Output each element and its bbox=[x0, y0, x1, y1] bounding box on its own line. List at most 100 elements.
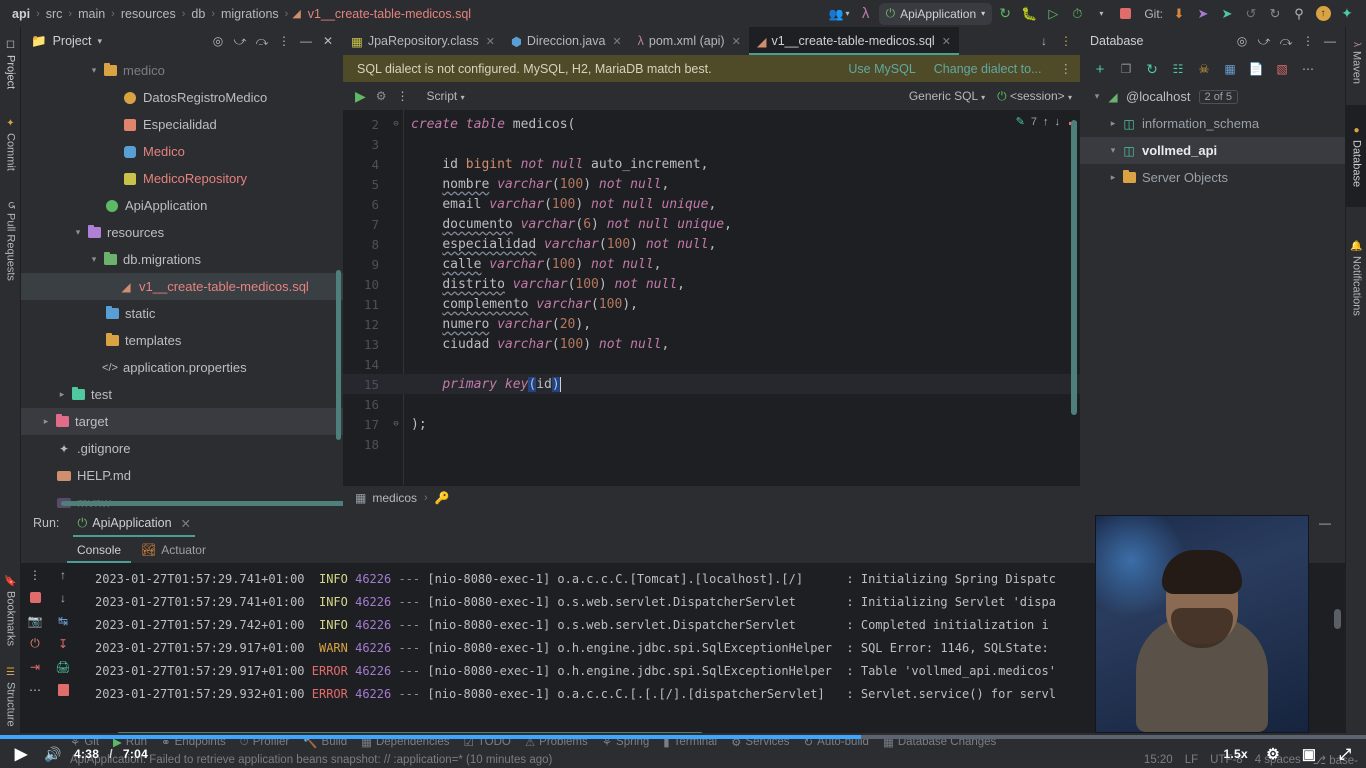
add-datasource-icon[interactable]: + bbox=[1090, 59, 1110, 79]
code-line[interactable]: 7 documento varchar(6) not null unique, bbox=[343, 214, 1080, 234]
volume-icon[interactable]: 🔊 bbox=[42, 743, 64, 765]
use-mysql-link[interactable]: Use MySQL bbox=[848, 62, 915, 76]
tab-actuator[interactable]: 🏞 Actuator bbox=[131, 537, 216, 563]
code-line[interactable]: 13 ciudad varchar(100) not null, bbox=[343, 334, 1080, 354]
script-selector[interactable]: Script ▾ bbox=[427, 89, 465, 103]
git-rollback-icon[interactable]: ↻ bbox=[1264, 3, 1286, 25]
tab-jpa-repository[interactable]: ▦ JpaRepository.class ✕ bbox=[343, 27, 503, 55]
db-node-vollmed-api[interactable]: ▾ ◫ vollmed_api bbox=[1080, 137, 1345, 164]
sidebar-item-commit[interactable]: ✦ Commit bbox=[0, 107, 21, 181]
dialect-selector[interactable]: Generic SQL ▾ bbox=[909, 89, 985, 103]
chevron-down-icon[interactable]: ▾ bbox=[87, 65, 101, 76]
project-tree[interactable]: ▾ medico DatosRegistroMedico Especialida… bbox=[21, 55, 343, 509]
chevron-right-icon[interactable]: ▸ bbox=[1106, 172, 1120, 183]
close-icon[interactable]: ✕ bbox=[181, 516, 191, 531]
tree-node-mvnw[interactable]: mvnw bbox=[21, 489, 343, 509]
breadcrumb-table-label[interactable]: medicos bbox=[372, 491, 417, 505]
play-icon[interactable]: ▶ bbox=[10, 743, 32, 765]
chevron-right-icon[interactable]: ▸ bbox=[39, 416, 53, 427]
tree-node-especialidad[interactable]: Especialidad bbox=[21, 111, 343, 138]
tree-node-db-migrations[interactable]: ▾ db.migrations bbox=[21, 246, 343, 273]
sidebar-item-pull-requests[interactable]: ↺ Pull Requests bbox=[0, 187, 21, 295]
run-configuration-selector[interactable]: ⏻ ApiApplication ▾ bbox=[878, 2, 993, 25]
code-line[interactable]: 14 bbox=[343, 354, 1080, 374]
change-dialect-link[interactable]: Change dialect to... bbox=[934, 62, 1042, 76]
video-progress-bar[interactable] bbox=[0, 735, 1366, 739]
git-history-icon[interactable]: ↺ bbox=[1240, 3, 1262, 25]
db-node-localhost[interactable]: ▾ ◢ @localhost 2 of 5 bbox=[1080, 83, 1345, 110]
sidebar-item-project[interactable]: ☐ Project bbox=[0, 29, 21, 101]
tree-node-medico-repository[interactable]: MedicoRepository bbox=[21, 165, 343, 192]
code-line[interactable]: 4 id bigint not null auto_increment, bbox=[343, 154, 1080, 174]
git-push-icon[interactable]: ➤ bbox=[1216, 3, 1238, 25]
code-line[interactable]: 16 bbox=[343, 394, 1080, 414]
tree-node-target[interactable]: ▸ target bbox=[21, 408, 343, 435]
code-line[interactable]: 3 bbox=[343, 134, 1080, 154]
code-line[interactable]: 11 complemento varchar(100), bbox=[343, 294, 1080, 314]
code-editor[interactable]: ✎ 7 ↑ ↓ 2 ⊖ create table medicos(3 4 id big… bbox=[343, 110, 1080, 485]
chevron-down-icon[interactable]: ▾ bbox=[87, 254, 101, 265]
code-with-me-icon[interactable]: 👥 ▾ bbox=[826, 3, 853, 25]
collapse-all-icon[interactable]: ⤼ bbox=[252, 31, 272, 51]
fold-marker-icon[interactable]: ⊖ bbox=[389, 419, 403, 429]
breadcrumb-item-resources[interactable]: resources bbox=[119, 7, 178, 21]
more-options-icon[interactable]: ⋯ bbox=[1298, 59, 1318, 79]
tree-node-gitignore[interactable]: ✦ .gitignore bbox=[21, 435, 343, 462]
more-options-icon[interactable]: ⋮ bbox=[1056, 31, 1076, 51]
git-update-icon[interactable]: ⬇ bbox=[1168, 3, 1190, 25]
db-node-server-objects[interactable]: ▸ Server Objects bbox=[1080, 164, 1345, 191]
code-line[interactable]: 5 nombre varchar(100) not null, bbox=[343, 174, 1080, 194]
search-icon[interactable]: ⚲ bbox=[1288, 3, 1310, 25]
close-panel-icon[interactable]: ✕ bbox=[318, 31, 338, 51]
code-line[interactable]: 18 bbox=[343, 434, 1080, 454]
collapse-all-icon[interactable]: ⤼ bbox=[1276, 31, 1296, 51]
update-available-icon[interactable]: ↑ bbox=[1312, 3, 1334, 25]
code-line[interactable]: 10 distrito varchar(100) not null, bbox=[343, 274, 1080, 294]
expand-all-icon[interactable]: ⤻ bbox=[1254, 31, 1274, 51]
new-file-icon[interactable]: 📄 bbox=[1246, 59, 1266, 79]
stop-button[interactable] bbox=[1114, 3, 1136, 25]
tab-list-icon[interactable]: ↓ bbox=[1034, 31, 1054, 51]
editor-vertical-scrollbar[interactable] bbox=[1071, 120, 1077, 415]
tree-node-api-application[interactable]: ApiApplication bbox=[21, 192, 343, 219]
sidebar-item-database[interactable]: ● Database bbox=[1346, 105, 1366, 207]
ide-settings-icon[interactable]: ✦ bbox=[1336, 3, 1358, 25]
session-selector[interactable]: ⏻ <session> ▾ bbox=[997, 89, 1072, 104]
tab-create-table-medicos-sql[interactable]: ◢ v1__create-table-medicos.sql ✕ bbox=[748, 27, 960, 55]
tree-node-static[interactable]: static bbox=[21, 300, 343, 327]
more-options-icon[interactable]: ⋮ bbox=[1060, 61, 1073, 76]
tree-node-test[interactable]: ▸ test bbox=[21, 381, 343, 408]
git-commit-icon[interactable]: ➤ bbox=[1192, 3, 1214, 25]
tree-node-application-properties[interactable]: </> application.properties bbox=[21, 354, 343, 381]
code-line[interactable]: 9 calle varchar(100) not null, bbox=[343, 254, 1080, 274]
profiler-button[interactable]: ⏱ bbox=[1066, 3, 1088, 25]
run-with-coverage-button[interactable]: ▷ bbox=[1042, 3, 1064, 25]
code-line[interactable]: 6 email varchar(100) not null unique, bbox=[343, 194, 1080, 214]
hide-panel-icon[interactable]: — bbox=[296, 31, 316, 51]
close-icon[interactable]: ✕ bbox=[612, 35, 621, 48]
chevron-down-icon[interactable]: ▾ bbox=[1090, 91, 1104, 102]
tree-node-resources[interactable]: ▾ resources bbox=[21, 219, 343, 246]
tree-node-help-md[interactable]: HELP.md bbox=[21, 462, 343, 489]
close-icon[interactable]: ✕ bbox=[732, 35, 741, 48]
code-line[interactable]: 2 ⊖ create table medicos( bbox=[343, 114, 1080, 134]
tree-node-datos-registro-medico[interactable]: DatosRegistroMedico bbox=[21, 84, 343, 111]
project-horizontal-scrollbar[interactable] bbox=[61, 501, 343, 506]
debug-button[interactable]: 🐛 bbox=[1018, 3, 1040, 25]
close-icon[interactable]: ✕ bbox=[942, 35, 951, 48]
code-line[interactable]: 17 ⊖); bbox=[343, 414, 1080, 434]
breadcrumb-item-api[interactable]: api bbox=[10, 7, 32, 21]
diagram-icon[interactable]: ▧ bbox=[1272, 59, 1292, 79]
sidebar-item-notifications[interactable]: 🔔 Notifications bbox=[1346, 223, 1366, 333]
chevron-right-icon[interactable]: ▸ bbox=[55, 389, 69, 400]
execution-options-icon[interactable]: ⚙ bbox=[376, 89, 387, 103]
chevron-right-icon[interactable]: ▸ bbox=[1106, 118, 1120, 129]
stop-query-icon[interactable]: ☠ bbox=[1194, 59, 1214, 79]
breadcrumb-item-file[interactable]: v1__create-table-medicos.sql bbox=[306, 7, 473, 21]
tab-pom-xml[interactable]: λ pom.xml (api) ✕ bbox=[630, 27, 749, 55]
data-editor-icon[interactable]: ▦ bbox=[1220, 59, 1240, 79]
project-structure-icon[interactable]: λ bbox=[855, 3, 877, 25]
more-options-icon[interactable]: ⋮ bbox=[1298, 31, 1318, 51]
project-vertical-scrollbar[interactable] bbox=[336, 270, 341, 440]
fold-marker-icon[interactable]: ⊖ bbox=[389, 119, 403, 129]
